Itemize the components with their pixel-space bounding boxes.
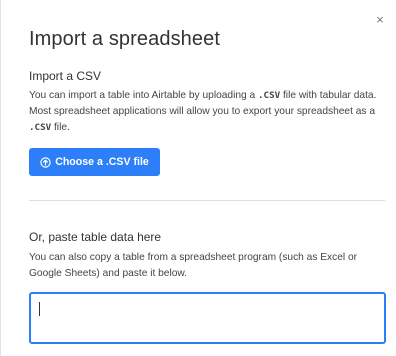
csv-desc-text-1: You can import a table into Airtable by … <box>29 90 258 101</box>
paste-section-heading: Or, paste table data here <box>29 230 162 244</box>
section-divider <box>29 200 385 201</box>
csv-section-description: You can import a table into Airtable by … <box>29 88 385 136</box>
dialog-title: Import a spreadsheet <box>29 28 220 50</box>
text-cursor <box>39 302 40 316</box>
close-icon[interactable]: × <box>373 12 387 26</box>
paste-table-data-input[interactable] <box>29 292 386 344</box>
csv-code-2: .CSV <box>29 122 52 133</box>
csv-desc-text-3: file. <box>51 122 70 133</box>
paste-section-description: You can also copy a table from a spreads… <box>29 252 358 279</box>
choose-csv-button-label: Choose a .CSV file <box>55 156 149 168</box>
csv-code-1: .CSV <box>258 90 281 101</box>
choose-csv-file-button[interactable]: Choose a .CSV file <box>29 148 160 176</box>
upload-icon <box>40 156 51 168</box>
csv-section-heading: Import a CSV <box>29 69 102 83</box>
import-spreadsheet-dialog: × Import a spreadsheet Import a CSV You … <box>0 0 396 356</box>
